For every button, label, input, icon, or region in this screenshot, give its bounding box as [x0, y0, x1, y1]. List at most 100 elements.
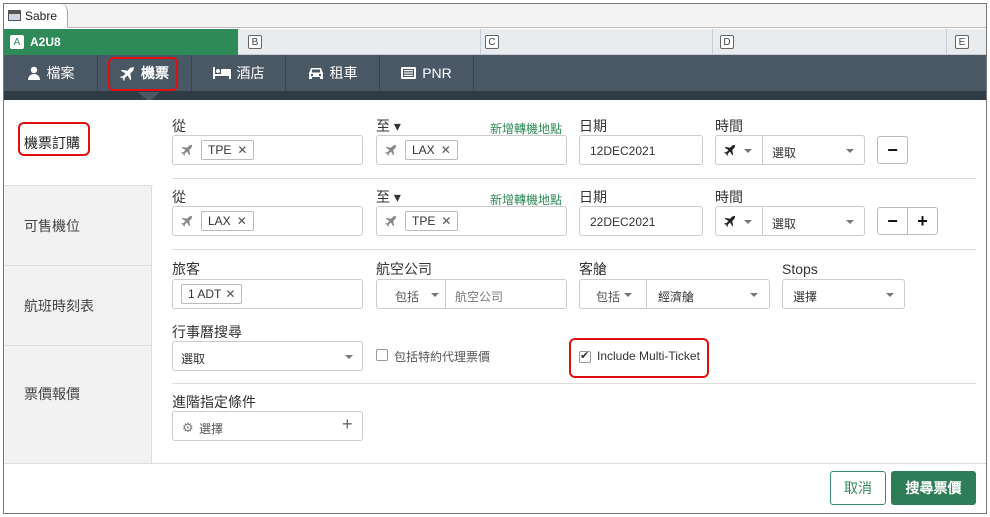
- token-label: LAX: [412, 143, 435, 157]
- cabin-label: 客艙: [579, 261, 607, 277]
- session-strip: A A2U8 B C D E: [4, 29, 986, 55]
- bed-icon: [212, 67, 231, 79]
- add-segment-button[interactable]: +: [907, 207, 938, 235]
- time-select[interactable]: 選取: [715, 206, 865, 236]
- from-field[interactable]: LAX ✕: [172, 206, 363, 236]
- private-fares-checkbox[interactable]: [376, 349, 388, 361]
- cabin-mode[interactable]: 包括: [596, 288, 620, 305]
- plane-icon: [385, 215, 397, 230]
- session-b[interactable]: B: [248, 29, 268, 55]
- passenger-token[interactable]: 1 ADT ✕: [181, 284, 243, 304]
- stops-select[interactable]: 選擇: [782, 279, 905, 309]
- plane-icon: [181, 215, 193, 230]
- nav-label: PNR: [422, 65, 452, 81]
- window-title: Sabre: [25, 8, 58, 23]
- to-field[interactable]: LAX ✕: [376, 135, 567, 165]
- plane-icon[interactable]: [724, 215, 736, 230]
- chevron-down-icon: [431, 293, 439, 297]
- date-value: 12DEC2021: [590, 144, 656, 158]
- chevron-down-icon: [624, 293, 632, 297]
- airport-token[interactable]: LAX ✕: [201, 211, 254, 231]
- airport-token[interactable]: TPE ✕: [201, 140, 255, 160]
- sidebar-item-label: 航班時刻表: [24, 297, 94, 314]
- time-label: 時間: [715, 118, 743, 134]
- session-key: E: [955, 35, 969, 49]
- search-fares-button[interactable]: 搜尋票價: [891, 471, 976, 505]
- main-nav: 檔案 機票 酒店 租車 PNR: [4, 55, 986, 91]
- nav-label: 檔案: [46, 65, 75, 81]
- session-key: C: [485, 35, 499, 49]
- date-field[interactable]: 22DEC2021: [579, 206, 703, 236]
- date-label: 日期: [579, 118, 607, 134]
- session-key: A: [10, 35, 24, 49]
- airport-token[interactable]: TPE ✕: [405, 211, 459, 231]
- remove-icon[interactable]: ✕: [441, 214, 451, 228]
- remove-segment-button[interactable]: −: [877, 207, 908, 235]
- session-key: D: [720, 35, 734, 49]
- sidebar-item-schedule[interactable]: 航班時刻表: [4, 266, 152, 346]
- date-value: 22DEC2021: [590, 215, 656, 229]
- window-tab[interactable]: Sabre: [4, 4, 68, 28]
- nav-item-car[interactable]: 租車: [286, 55, 380, 91]
- nav-item-profiles[interactable]: 檔案: [4, 55, 98, 91]
- nav-item-pnr[interactable]: PNR: [380, 55, 474, 91]
- advanced-field[interactable]: ⚙ 選擇 +: [172, 411, 363, 441]
- airline-mode[interactable]: 包括: [395, 288, 419, 305]
- token-label: TPE: [208, 143, 232, 157]
- airline-field[interactable]: 包括 航空公司: [376, 279, 567, 309]
- sidebar-item-fare-quote[interactable]: 票價報價: [4, 346, 152, 442]
- private-fares-label: 包括特約代理票價: [394, 350, 491, 364]
- remove-segment-button[interactable]: −: [877, 136, 908, 164]
- nav-item-air[interactable]: 機票: [98, 55, 192, 91]
- remove-icon[interactable]: ✕: [237, 143, 247, 157]
- plane-icon: [385, 144, 397, 159]
- from-label: 從: [172, 118, 186, 134]
- sidebar-item-availability[interactable]: 可售機位: [4, 186, 152, 266]
- remove-icon[interactable]: ✕: [441, 143, 451, 157]
- cabin-field[interactable]: 包括 經濟艙: [579, 279, 770, 309]
- multi-ticket-checkbox[interactable]: [579, 349, 591, 363]
- session-d[interactable]: D: [720, 29, 740, 55]
- chevron-down-icon: [886, 293, 894, 297]
- stops-value: 選擇: [793, 290, 818, 304]
- plane-icon: [181, 144, 193, 159]
- session-e[interactable]: E: [955, 29, 975, 55]
- time-value: 選取: [772, 146, 797, 160]
- remove-icon[interactable]: ✕: [237, 214, 247, 228]
- cabin-value[interactable]: 經濟艙: [658, 288, 694, 305]
- chevron-down-icon: [846, 149, 854, 153]
- date-field[interactable]: 12DEC2021: [579, 135, 703, 165]
- car-icon: [308, 67, 323, 79]
- title-bar: Sabre: [4, 4, 986, 28]
- airline-input[interactable]: 航空公司: [455, 288, 503, 305]
- passengers-field[interactable]: 1 ADT ✕: [172, 279, 363, 309]
- from-field[interactable]: TPE ✕: [172, 135, 363, 165]
- chevron-down-icon: [846, 220, 854, 224]
- to-label[interactable]: 至 ▾: [376, 116, 401, 136]
- plane-icon[interactable]: [724, 144, 736, 159]
- airline-label: 航空公司: [376, 261, 432, 277]
- airport-token[interactable]: LAX ✕: [405, 140, 458, 160]
- sidebar-item-label: 可售機位: [24, 217, 80, 234]
- list-icon: [401, 67, 417, 79]
- chevron-down-icon: [345, 355, 353, 359]
- session-c[interactable]: C: [485, 29, 505, 55]
- advanced-placeholder: 選擇: [199, 422, 224, 436]
- nav-label: 租車: [329, 65, 358, 81]
- advanced-label: 進階指定條件: [172, 394, 256, 410]
- to-label[interactable]: 至 ▾: [376, 187, 401, 207]
- to-field[interactable]: TPE ✕: [376, 206, 567, 236]
- add-icon[interactable]: +: [342, 414, 353, 435]
- nav-item-hotel[interactable]: 酒店: [192, 55, 286, 91]
- stops-label: Stops: [782, 261, 818, 277]
- cancel-button[interactable]: 取消: [830, 471, 886, 505]
- app-window: Sabre A A2U8 B C D E 檔案 機票 酒店 租車 PNR 機票訂…: [3, 3, 987, 514]
- calendar-search-select[interactable]: 選取: [172, 341, 363, 371]
- remove-icon[interactable]: ✕: [225, 287, 235, 301]
- time-select[interactable]: 選取: [715, 135, 865, 165]
- chevron-down-icon: [744, 220, 752, 224]
- passengers-label: 旅客: [172, 261, 200, 277]
- session-a[interactable]: A A2U8: [4, 29, 238, 55]
- calendar-search-label: 行事曆搜尋: [172, 324, 242, 340]
- nav-label: 酒店: [236, 65, 265, 81]
